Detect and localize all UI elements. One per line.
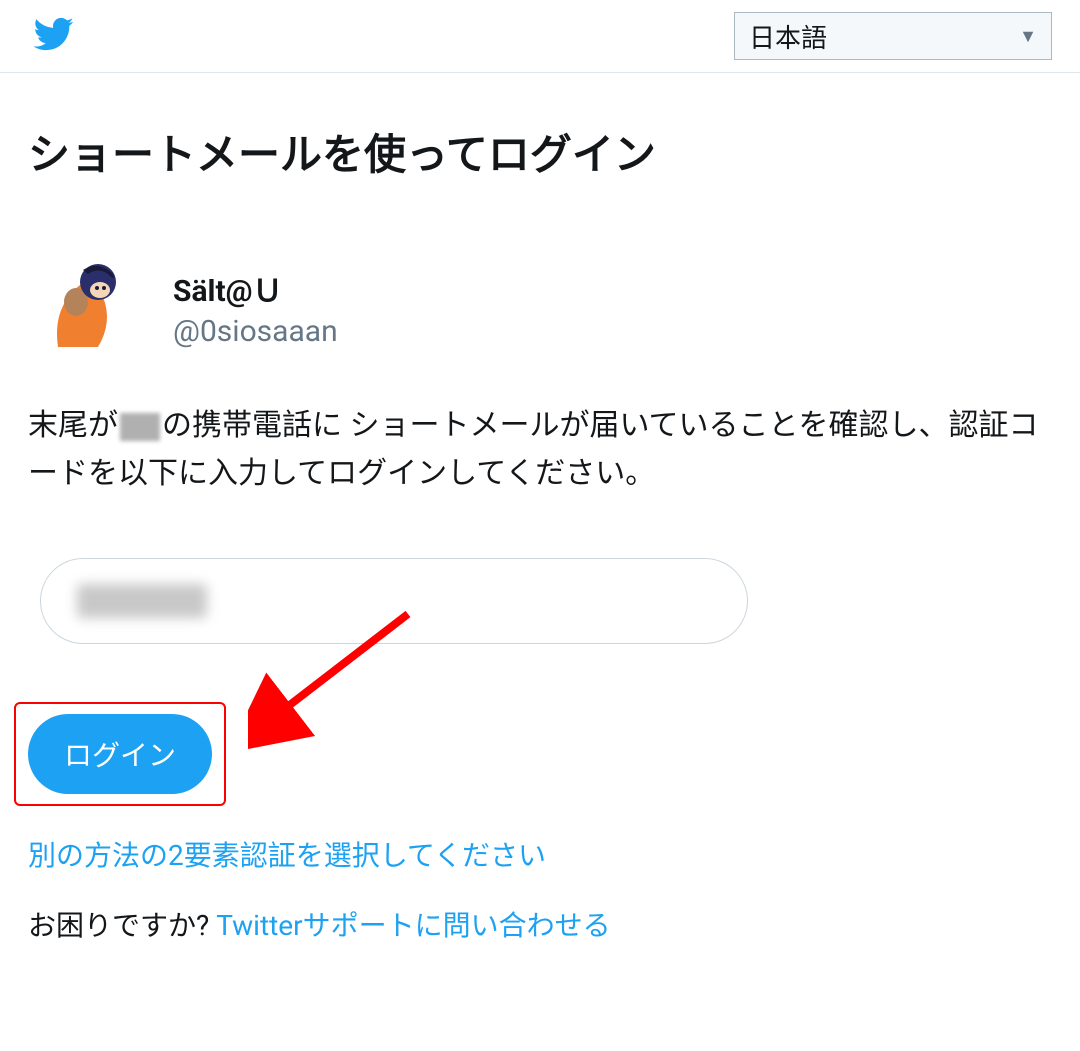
- bird-icon: [28, 13, 78, 55]
- language-select[interactable]: 日本語 ▼: [734, 12, 1052, 60]
- instruction-suffix: の携帯電話に ショートメールが届いていることを確認し、認証コードを以下に入力して…: [28, 408, 1039, 491]
- verification-code-input[interactable]: [40, 558, 748, 644]
- instruction-text: 末尾がの携帯電話に ショートメールが届いていることを確認し、認証コードを以下に入…: [28, 402, 1052, 498]
- help-prompt: お困りですか?: [28, 909, 216, 942]
- page-title: ショートメールを使ってログイン: [28, 121, 1052, 182]
- display-name: Sält@Ｕ: [173, 266, 338, 310]
- main-content: ショートメールを使ってログイン Sält@Ｕ @0siosaaan 末尾がの携帯…: [0, 73, 1080, 992]
- language-selected-label: 日本語: [749, 18, 827, 55]
- avatar: [28, 252, 138, 362]
- redacted-input-content: [77, 584, 207, 618]
- alt-2fa-method-link[interactable]: 別の方法の2要素認証を選択してください: [28, 834, 1052, 874]
- support-link[interactable]: Twitterサポートに問い合わせる: [216, 909, 610, 942]
- instruction-prefix: 末尾が: [28, 408, 118, 443]
- user-handle: @0siosaaan: [173, 314, 338, 349]
- user-row: Sält@Ｕ @0siosaaan: [28, 252, 1052, 362]
- redacted-phone-digits: [120, 413, 160, 441]
- user-info: Sält@Ｕ @0siosaaan: [173, 266, 338, 349]
- header: 日本語 ▼: [0, 0, 1080, 73]
- twitter-logo[interactable]: [28, 13, 78, 59]
- login-button-wrap: ログイン: [28, 714, 212, 794]
- login-button[interactable]: ログイン: [28, 714, 212, 794]
- avatar-image: [28, 252, 138, 362]
- chevron-down-icon: ▼: [1019, 26, 1037, 47]
- help-row: お困りですか? Twitterサポートに問い合わせる: [28, 904, 1052, 944]
